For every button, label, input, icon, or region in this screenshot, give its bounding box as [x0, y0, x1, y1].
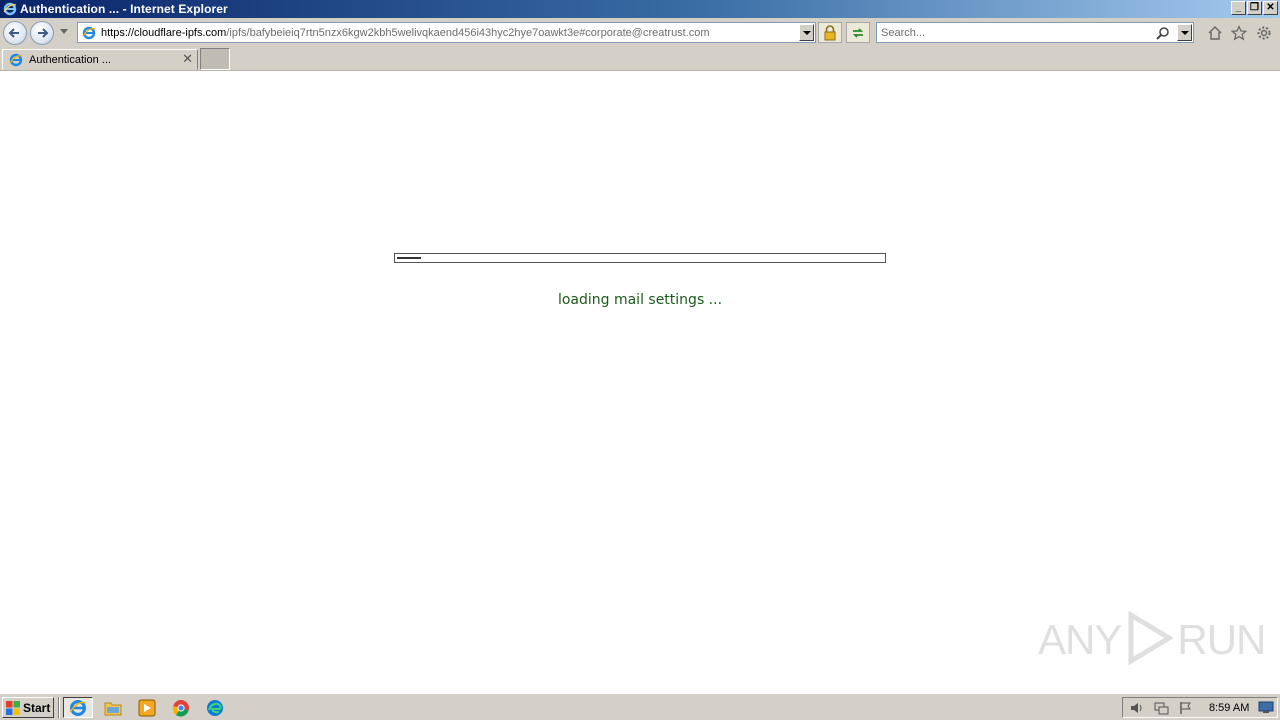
search-icon[interactable]	[1155, 25, 1171, 41]
volume-icon[interactable]	[1127, 700, 1147, 716]
taskbar-file-explorer[interactable]	[98, 697, 128, 718]
search-box[interactable]	[876, 22, 1194, 43]
watermark-left-text: ANY	[1038, 616, 1122, 663]
window-title: Authentication ... - Internet Explorer	[20, 2, 228, 16]
tab-row: Authentication ... ✕	[0, 47, 1280, 71]
search-dropdown-button[interactable]	[1177, 24, 1192, 41]
forward-button[interactable]	[30, 21, 54, 45]
file-explorer-icon	[104, 702, 122, 715]
security-lock-button[interactable]	[818, 22, 842, 43]
tab-authentication[interactable]: Authentication ... ✕	[2, 49, 198, 70]
internet-explorer-icon	[2, 1, 18, 17]
system-tray: 8:59 AM	[1122, 697, 1278, 718]
close-window-button[interactable]: ✕	[1263, 1, 1278, 15]
action-center-flag-icon[interactable]	[1175, 700, 1195, 716]
taskbar-separator	[58, 697, 60, 718]
refresh-icon	[852, 27, 864, 38]
window-titlebar: Authentication ... - Internet Explorer _…	[0, 0, 1280, 18]
url-path: /ipfs/bafybeieiq7rtn5nzx6kgw2kbh5welivqk…	[226, 26, 710, 39]
loading-progress-bar	[394, 253, 886, 263]
media-player-icon	[138, 699, 156, 716]
history-dropdown-icon[interactable]	[60, 29, 68, 34]
progress-fill	[397, 257, 421, 259]
tab-ie-icon	[8, 52, 24, 68]
search-input[interactable]	[881, 26, 1151, 39]
page-ie-icon	[81, 25, 97, 41]
url-host: https://cloudflare-ipfs.com	[101, 26, 227, 39]
windows-logo-icon	[6, 700, 20, 715]
navigation-bar: https://cloudflare-ipfs.com/ipfs/bafybei…	[0, 18, 1280, 47]
internet-explorer-icon	[69, 699, 86, 716]
tab-label: Authentication ...	[29, 53, 111, 66]
minimize-icon: _	[1235, 2, 1242, 13]
play-logo-icon	[1125, 610, 1175, 669]
url-text: https://cloudflare-ipfs.com/ipfs/bafybei…	[101, 27, 710, 39]
start-label: Start	[23, 700, 51, 715]
home-icon[interactable]	[1206, 24, 1224, 42]
taskbar-media-player[interactable]	[132, 697, 162, 718]
anyrun-watermark: ANY RUN	[1038, 609, 1266, 671]
taskbar: Start 8:59 AM	[0, 693, 1280, 720]
taskbar-internet-explorer[interactable]	[63, 697, 93, 718]
edge-icon	[207, 699, 223, 716]
taskbar-clock[interactable]: 8:59 AM	[1209, 702, 1249, 714]
back-arrow-icon	[8, 28, 19, 38]
show-desktop-icon[interactable]	[1257, 700, 1275, 715]
restore-button[interactable]: ❐	[1247, 1, 1262, 15]
page-content: loading mail settings ... ANY RUN	[0, 71, 1280, 692]
restore-icon: ❐	[1250, 2, 1259, 13]
address-bar[interactable]: https://cloudflare-ipfs.com/ipfs/bafybei…	[77, 22, 816, 43]
favorites-star-icon[interactable]	[1230, 24, 1248, 42]
loading-message: loading mail settings ...	[557, 292, 723, 308]
lock-icon	[824, 24, 836, 40]
tab-close-icon[interactable]: ✕	[182, 52, 193, 67]
new-tab-button[interactable]	[200, 48, 230, 70]
minimize-button[interactable]: _	[1231, 1, 1246, 15]
start-button[interactable]: Start	[2, 697, 54, 718]
gear-icon[interactable]	[1255, 24, 1273, 42]
network-icon[interactable]	[1151, 700, 1171, 716]
address-dropdown-button[interactable]	[799, 24, 814, 41]
watermark-right-text: RUN	[1177, 616, 1266, 663]
taskbar-edge[interactable]	[200, 697, 230, 718]
taskbar-chrome[interactable]	[166, 697, 196, 718]
refresh-button[interactable]	[846, 22, 870, 43]
close-icon: ✕	[1266, 2, 1275, 13]
chrome-icon	[172, 699, 189, 717]
forward-arrow-icon	[38, 28, 49, 38]
back-button[interactable]	[3, 21, 27, 45]
